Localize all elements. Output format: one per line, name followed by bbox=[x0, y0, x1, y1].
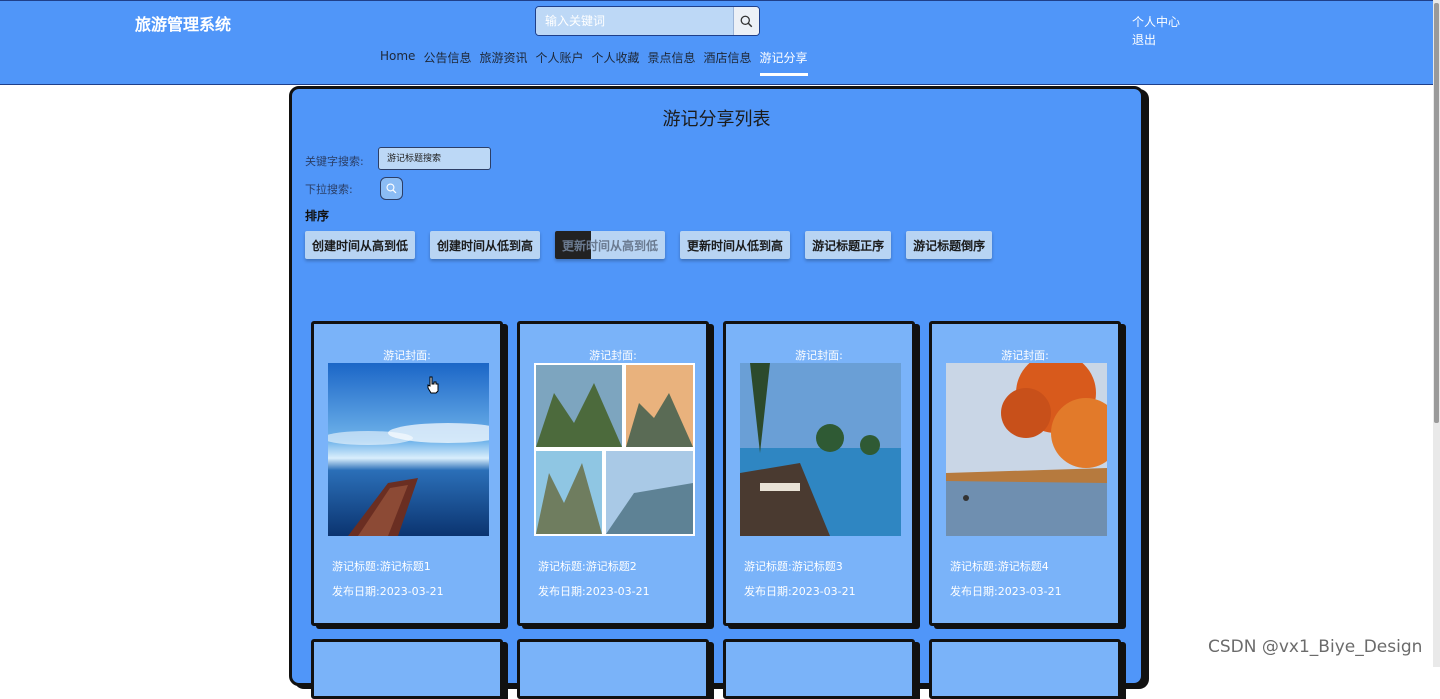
hand-cursor-icon bbox=[427, 376, 439, 394]
search-icon bbox=[386, 183, 397, 194]
sort-created-asc-button[interactable]: 创建时间从低到高 bbox=[430, 231, 541, 259]
top-header: 旅游管理系统 个人中心 退出 Home 公告信息 旅游资讯 个人账户 个人收藏 … bbox=[0, 0, 1440, 85]
global-search bbox=[535, 6, 760, 36]
keyword-label: 关键字搜索: bbox=[305, 155, 364, 168]
travel-note-card[interactable] bbox=[311, 639, 503, 699]
card-title: 游记标题:游记标题1 bbox=[332, 560, 431, 573]
filter-search-button[interactable] bbox=[380, 177, 403, 200]
cover-label: 游记封面: bbox=[795, 349, 843, 362]
search-button[interactable] bbox=[733, 7, 759, 35]
user-center-link[interactable]: 个人中心 bbox=[1132, 13, 1180, 31]
card-title: 游记标题:游记标题2 bbox=[538, 560, 637, 573]
nav-travel-notes[interactable]: 游记分享 bbox=[759, 49, 808, 76]
search-input[interactable] bbox=[536, 7, 734, 35]
nav-hotels[interactable]: 酒店信息 bbox=[704, 49, 752, 74]
scrollbar-thumb[interactable] bbox=[1434, 3, 1439, 423]
logout-link[interactable]: 退出 bbox=[1132, 31, 1180, 49]
travel-note-card[interactable] bbox=[929, 639, 1121, 699]
travel-notes-panel: 游记分享列表 关键字搜索: 下拉搜索: 排序 创建时间从高到低 创建时间从低到高… bbox=[289, 86, 1144, 699]
sort-title-asc-button[interactable]: 游记标题正序 bbox=[805, 231, 892, 259]
travel-note-card[interactable]: 游记封面: 游记标题:游记标题3 发布日期:2023-03-21 bbox=[723, 321, 915, 626]
nav-announcements[interactable]: 公告信息 bbox=[423, 49, 471, 74]
cover-label: 游记封面: bbox=[589, 349, 637, 362]
cover-image[interactable] bbox=[946, 363, 1107, 536]
search-icon bbox=[740, 15, 753, 27]
card-date: 发布日期:2023-03-21 bbox=[950, 585, 1062, 598]
travel-note-card[interactable] bbox=[517, 639, 709, 699]
cover-label: 游记封面: bbox=[383, 349, 431, 362]
sort-title-desc-button[interactable]: 游记标题倒序 bbox=[906, 231, 993, 259]
watermark: CSDN @vx1_Biye_Design bbox=[1208, 637, 1423, 657]
card-date: 发布日期:2023-03-21 bbox=[332, 585, 444, 598]
card-title: 游记标题:游记标题3 bbox=[744, 560, 843, 573]
sort-title: 排序 bbox=[305, 209, 330, 223]
sort-label: 游记标题正序 bbox=[812, 238, 885, 253]
sort-label: 更新时间从低到高 bbox=[687, 238, 784, 253]
cover-image[interactable] bbox=[328, 363, 489, 536]
cover-label: 游记封面: bbox=[1001, 349, 1049, 362]
sort-label: 创建时间从高到低 bbox=[312, 238, 409, 253]
nav-account[interactable]: 个人账户 bbox=[535, 49, 583, 74]
user-links: 个人中心 退出 bbox=[1132, 13, 1180, 49]
sort-updated-desc-button[interactable]: 更新时间从高到低 bbox=[555, 231, 666, 259]
sort-updated-asc-button[interactable]: 更新时间从低到高 bbox=[680, 231, 791, 259]
page-title: 游记分享列表 bbox=[662, 109, 771, 130]
nav-travel-news[interactable]: 旅游资讯 bbox=[479, 49, 527, 74]
keyword-search-input[interactable] bbox=[378, 147, 491, 170]
travel-note-card[interactable]: 游记封面: 游记标题:游记标题2 发布日期:2023-03-21 bbox=[517, 321, 709, 626]
travel-note-cards-row2 bbox=[311, 639, 1121, 699]
travel-note-card[interactable] bbox=[723, 639, 915, 699]
sort-label: 更新时间从高到低 bbox=[562, 238, 659, 253]
sort-buttons: 创建时间从高到低 创建时间从低到高 更新时间从高到低 更新时间从低到高 游记标题… bbox=[305, 231, 993, 259]
cover-image[interactable] bbox=[534, 363, 695, 536]
sort-label: 创建时间从低到高 bbox=[437, 238, 534, 253]
card-date: 发布日期:2023-03-21 bbox=[744, 585, 856, 598]
nav-attractions[interactable]: 景点信息 bbox=[648, 49, 696, 74]
travel-note-card[interactable]: 游记封面: 游记标题:游记标题1 发布日期:2023-03-21 bbox=[311, 321, 503, 626]
nav-home[interactable]: Home bbox=[380, 49, 415, 74]
main-nav: Home 公告信息 旅游资讯 个人账户 个人收藏 景点信息 酒店信息 游记分享 bbox=[380, 49, 808, 76]
cover-image[interactable] bbox=[740, 363, 901, 536]
nav-favorites[interactable]: 个人收藏 bbox=[591, 49, 639, 74]
site-brand[interactable]: 旅游管理系统 bbox=[135, 11, 231, 35]
dropdown-label: 下拉搜索: bbox=[305, 183, 353, 196]
sort-label: 游记标题倒序 bbox=[913, 238, 986, 253]
travel-note-card[interactable]: 游记封面: 游记标题:游记标题4 发布日期:2023-03-21 bbox=[929, 321, 1121, 626]
card-date: 发布日期:2023-03-21 bbox=[538, 585, 650, 598]
card-title: 游记标题:游记标题4 bbox=[950, 560, 1049, 573]
travel-note-cards: 游记封面: 游记标题:游记标题1 发布日期:2023-03-21 游记封面: 游… bbox=[311, 321, 1121, 626]
sort-created-desc-button[interactable]: 创建时间从高到低 bbox=[305, 231, 416, 259]
